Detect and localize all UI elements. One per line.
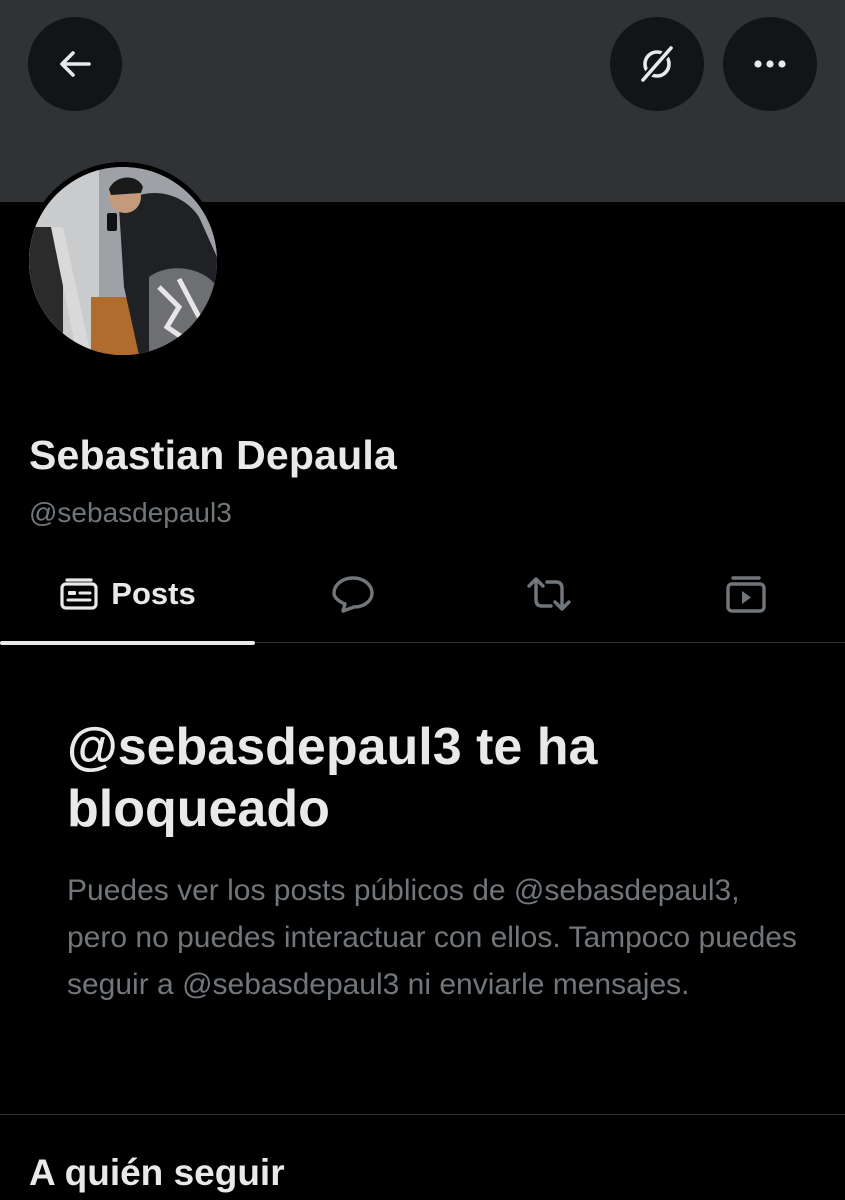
- reply-icon: [332, 576, 374, 613]
- active-tab-indicator: [0, 641, 255, 645]
- display-name: Sebastian Depaula: [29, 432, 397, 478]
- blocked-description: Puedes ver los posts públicos de @sebasd…: [67, 874, 797, 1001]
- grok-button[interactable]: [610, 17, 704, 111]
- profile-tabs: Posts: [0, 545, 845, 645]
- more-horizontal-icon: [754, 60, 786, 68]
- tab-posts-label: Posts: [111, 576, 196, 611]
- avatar[interactable]: [24, 162, 222, 360]
- arrow-left-icon: [60, 51, 91, 77]
- media-icon: [726, 576, 766, 613]
- tab-media[interactable]: [647, 545, 845, 643]
- tab-replies[interactable]: [255, 545, 451, 643]
- more-button[interactable]: [723, 17, 817, 111]
- posts-icon: [60, 578, 98, 610]
- avatar-photo: [29, 167, 217, 355]
- profile-handle: @sebasdepaul3: [29, 497, 232, 528]
- blocked-title: @sebasdepaul3 te ha bloqueado: [67, 718, 598, 838]
- who-to-follow-heading: A quién seguir: [29, 1152, 285, 1193]
- profile-page: Sebastian Depaula @sebasdepaul3 Posts @s…: [0, 0, 845, 1200]
- avatar-image: [29, 167, 217, 355]
- grok-icon: [639, 44, 675, 84]
- back-button[interactable]: [28, 17, 122, 111]
- tab-posts[interactable]: Posts: [0, 545, 255, 645]
- tab-reposts[interactable]: [451, 545, 647, 643]
- section-divider: [0, 1114, 845, 1115]
- repost-icon: [527, 577, 571, 611]
